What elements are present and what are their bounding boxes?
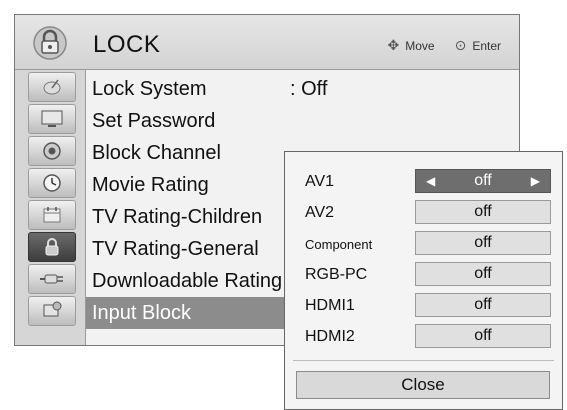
av1-value-selector[interactable]: ◀ off ▶ xyxy=(415,169,551,193)
input-row-hdmi2[interactable]: HDMI2 off xyxy=(285,324,562,350)
close-button[interactable]: Close xyxy=(296,371,550,399)
input-row-component[interactable]: Component off xyxy=(285,231,562,257)
component-value[interactable]: off xyxy=(415,231,551,255)
plug-icon[interactable] xyxy=(27,263,76,295)
calendar-icon[interactable] xyxy=(27,199,76,231)
input-row-hdmi1[interactable]: HDMI1 off xyxy=(285,293,562,319)
av1-value: off xyxy=(474,172,492,189)
input-label: Component xyxy=(305,237,373,252)
menu-item-label: Input Block xyxy=(92,302,191,324)
menu-item-label: Set Password xyxy=(92,110,216,132)
input-label: RGB-PC xyxy=(305,266,368,283)
hdmi1-value[interactable]: off xyxy=(415,293,551,317)
popup-divider xyxy=(293,360,554,361)
lock-category-icon[interactable] xyxy=(27,231,76,263)
input-row-av1[interactable]: AV1 ◀ off ▶ xyxy=(285,169,562,195)
menu-item-label: TV Rating-Children xyxy=(92,206,263,228)
lock-system-value: : Off xyxy=(290,78,328,100)
input-row-av2[interactable]: AV2 off xyxy=(285,200,562,226)
input-label: HDMI2 xyxy=(305,328,355,345)
lock-icon xyxy=(27,23,73,63)
menu-item-lock-system[interactable]: Lock System : Off xyxy=(86,73,519,105)
menu-item-label: Movie Rating xyxy=(92,174,209,196)
right-arrow-icon[interactable]: ▶ xyxy=(531,174,540,188)
input-label: AV2 xyxy=(305,204,335,221)
satellite-dish-icon[interactable] xyxy=(27,71,76,103)
input-block-popup: AV1 ◀ off ▶ AV2 off Component off RGB-PC… xyxy=(284,151,563,410)
screen-settings-icon[interactable] xyxy=(27,295,76,327)
hdmi2-value[interactable]: off xyxy=(415,324,551,348)
menu-item-label: Lock System xyxy=(92,78,207,100)
move-arrows-icon: ✥ xyxy=(387,37,400,53)
input-label: HDMI1 xyxy=(305,297,355,314)
menu-item-label: Downloadable Rating xyxy=(92,270,283,292)
input-row-rgb-pc[interactable]: RGB-PC off xyxy=(285,262,562,288)
menu-item-label: TV Rating-General xyxy=(92,238,259,260)
enter-hint-label: Enter xyxy=(472,38,501,53)
category-icons xyxy=(15,71,86,327)
clock-icon[interactable] xyxy=(27,167,76,199)
speaker-icon[interactable] xyxy=(27,135,76,167)
left-arrow-icon[interactable]: ◀ xyxy=(426,174,435,188)
monitor-icon[interactable] xyxy=(27,103,76,135)
rgb-pc-value[interactable]: off xyxy=(415,262,551,286)
enter-button-icon: ⊙ xyxy=(454,37,467,53)
navigation-hint: ✥ Move ⊙ Enter xyxy=(388,37,502,54)
input-label: AV1 xyxy=(305,173,335,190)
page-title: LOCK xyxy=(93,31,161,58)
move-hint-label: Move xyxy=(405,38,435,53)
menu-item-label: Block Channel xyxy=(92,142,221,164)
menu-header: LOCK ✥ Move ⊙ Enter xyxy=(15,15,519,70)
menu-item-set-password[interactable]: Set Password xyxy=(86,105,519,137)
av2-value[interactable]: off xyxy=(415,200,551,224)
